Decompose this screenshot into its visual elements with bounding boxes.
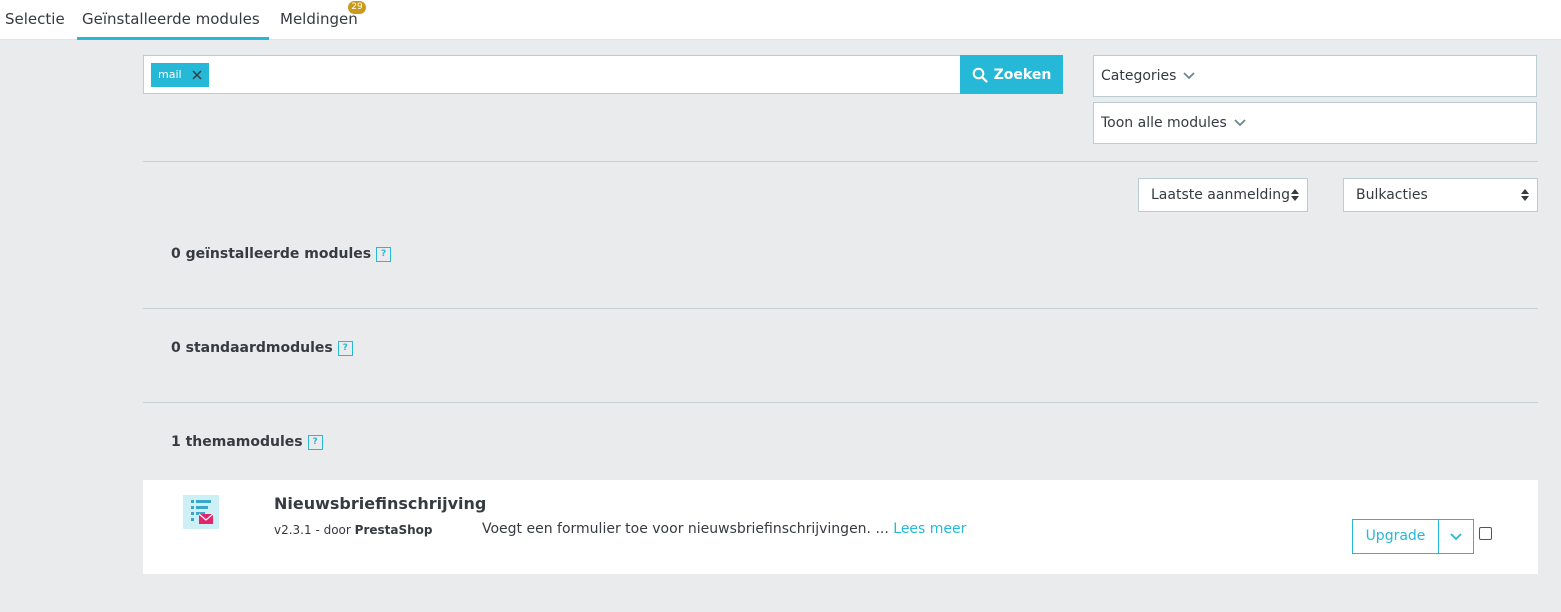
module-version-text: v2.3.1 - door [274, 523, 351, 537]
close-icon[interactable] [192, 70, 202, 80]
help-icon[interactable]: ? [376, 247, 392, 262]
help-icon[interactable]: ? [337, 341, 353, 356]
tab-selectie[interactable]: Selectie [0, 0, 70, 40]
tab-bar: Selectie Geïnstalleerde modules Meldinge… [0, 0, 1561, 40]
upgrade-dropdown-toggle[interactable] [1438, 519, 1474, 554]
section-standard-label: 0 standaardmodules [171, 339, 333, 356]
categories-label: Categories [1101, 68, 1177, 84]
search-button[interactable]: Zoeken [960, 55, 1063, 94]
bulk-actions-select[interactable]: Bulkacties [1343, 178, 1538, 212]
section-standard-title: 0 standaardmodules ? [171, 339, 353, 356]
sort-arrows-icon [1521, 189, 1529, 201]
search-icon [972, 67, 988, 83]
section-theme-label: 1 themamodules [171, 433, 303, 450]
show-modules-label: Toon alle modules [1101, 115, 1227, 131]
search-input[interactable]: mail [143, 55, 961, 94]
show-modules-dropdown[interactable]: Toon alle modules [1093, 102, 1537, 144]
search-tag: mail [151, 63, 209, 87]
module-author: PrestaShop [354, 523, 433, 537]
chevron-down-icon [1234, 119, 1246, 127]
section-installed-title: 0 geïnstalleerde modules ? [171, 245, 392, 262]
chevron-down-icon [1183, 72, 1196, 80]
sort-select[interactable]: Laatste aanmelding [1138, 178, 1308, 212]
module-card: Nieuwsbriefinschrijving v2.3.1 - door Pr… [143, 480, 1538, 574]
module-description-text: Voegt een formulier toe voor nieuwsbrief… [482, 521, 889, 537]
newsletter-module-icon [183, 495, 219, 529]
read-more-link[interactable]: Lees meer [893, 521, 966, 537]
module-version: v2.3.1 - door PrestaShop [274, 523, 433, 537]
bulk-actions-value: Bulkacties [1356, 187, 1428, 203]
categories-dropdown[interactable]: Categories [1093, 55, 1537, 97]
divider [143, 161, 1538, 162]
search-button-label: Zoeken [993, 66, 1052, 83]
divider [143, 308, 1538, 309]
module-select-checkbox[interactable] [1479, 527, 1492, 540]
sort-select-value: Laatste aanmelding [1151, 187, 1291, 203]
upgrade-button[interactable]: Upgrade [1352, 519, 1439, 554]
section-installed-label: 0 geïnstalleerde modules [171, 245, 372, 262]
module-name: Nieuwsbriefinschrijving [274, 494, 487, 513]
module-description: Voegt een formulier toe voor nieuwsbrief… [482, 521, 966, 537]
chevron-down-icon [1450, 532, 1462, 540]
section-theme-title: 1 themamodules ? [171, 433, 323, 450]
help-icon[interactable]: ? [307, 435, 323, 450]
sort-arrows-icon [1291, 189, 1299, 201]
notifications-badge: 29 [348, 1, 366, 14]
search-tag-label: mail [158, 68, 182, 81]
divider [143, 402, 1538, 403]
tab-installed-modules[interactable]: Geïnstalleerde modules [77, 0, 269, 40]
